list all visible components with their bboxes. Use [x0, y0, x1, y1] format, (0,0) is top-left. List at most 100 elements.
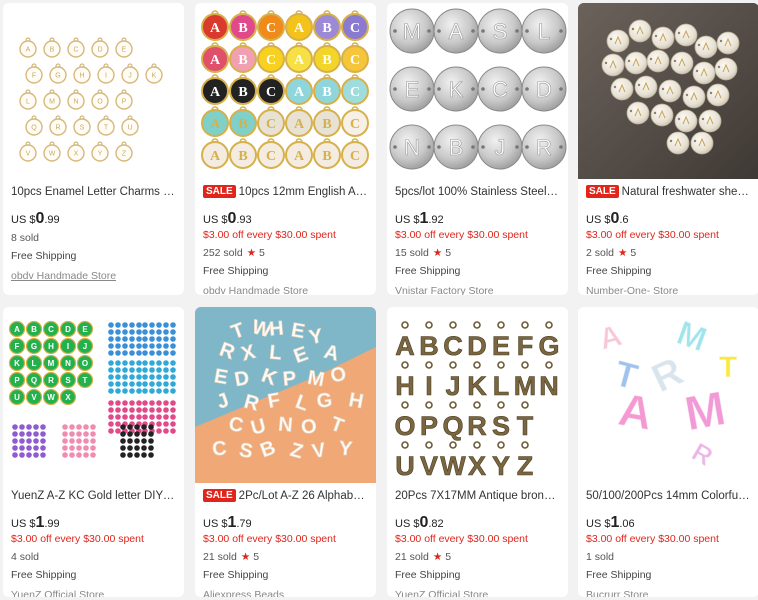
rating-value: 5 [445, 247, 452, 259]
product-title-text[interactable]: 5pcs/lot 100% Stainless Steel Initia... [395, 186, 560, 198]
product-title-text[interactable]: 2Pc/Lot A-Z 26 Alphabet Le... [239, 490, 368, 502]
disc-icon: J [477, 124, 523, 170]
charm-icon: C [42, 320, 60, 338]
shell-bead-icon [674, 23, 698, 47]
svg-text:U: U [127, 125, 132, 132]
product-title[interactable]: SALE2Pc/Lot A-Z 26 Alphabet Le... [203, 489, 368, 505]
svg-text:H: H [48, 342, 54, 351]
charm-icon: G [49, 63, 67, 84]
product-image[interactable]: A B C D E F G H I J K L M N O P Q R S T U V W X [3, 307, 184, 483]
svg-text:Z: Z [517, 451, 534, 481]
store-link[interactable]: Number-One- Store [586, 285, 751, 295]
product-title[interactable]: 5pcs/lot 100% Stainless Steel Initia... [395, 185, 560, 201]
bronze-charm-icon: M [513, 361, 537, 401]
product-title-text[interactable]: 20Pcs 7X17MM Antique bronze Me... [395, 490, 560, 502]
product-card[interactable]: ABCDEFG HIJKLMN OPQRST UVWXYZ 20Pcs 7X17MM … [387, 307, 568, 597]
charm-icon: H [73, 63, 91, 84]
svg-text:U: U [14, 393, 20, 402]
bronze-charm-icon: A [395, 321, 415, 361]
mini-charm-icon [69, 438, 75, 444]
bronze-charm-icon: I [425, 361, 433, 401]
product-image[interactable]: TWHEYRXLEAEDKPMOJRFLGCUNOTCSBZVYH [195, 307, 376, 483]
price-decimal: .82 [428, 518, 444, 530]
product-price: US $1.92 [395, 210, 560, 228]
mini-charm-icon [108, 407, 114, 413]
store-link[interactable]: obdv Handmade Store [11, 270, 176, 284]
mini-charm-icon [108, 360, 114, 366]
mini-charm-icon [83, 452, 89, 458]
svg-text:D: D [467, 331, 487, 361]
store-link[interactable]: Aliexpress Beads [203, 589, 368, 597]
svg-text:C: C [350, 117, 360, 132]
product-image[interactable]: ABCDEFGHIJKLMNOPQRSTUVWXYZ [3, 3, 184, 179]
product-image[interactable]: ABCDEFGHIJKLMNOPQRSTUVWXYZ [387, 307, 568, 483]
product-image[interactable]: M A S L E K C D N B J R [387, 3, 568, 179]
svg-text:V: V [31, 393, 37, 402]
svg-text:X: X [468, 451, 486, 481]
product-card[interactable]: SALENatural freshwater shell be... US $0… [578, 3, 758, 295]
charm-icon: A [285, 74, 313, 105]
mini-charm-icon [170, 336, 176, 342]
product-image[interactable] [578, 3, 758, 179]
product-card[interactable]: A B C D E F G H I J K L M N O P Q R S T U V W X YuenZ A-Z KC Go… [3, 307, 184, 597]
svg-text:C: C [350, 85, 360, 100]
product-title[interactable]: 50/100/200Pcs 14mm Colorful Tra... [586, 489, 751, 505]
charm-icon: H [42, 337, 60, 355]
mini-charm-icon [163, 350, 169, 356]
mini-charm-icon [129, 336, 135, 342]
store-link[interactable]: Vnistar Factory Store [395, 285, 560, 295]
bronze-charm-icon: K [467, 361, 488, 401]
store-link[interactable]: YuenZ Official Store [11, 589, 176, 597]
mini-charm-icon [129, 400, 135, 406]
mini-charm-icon [108, 388, 114, 394]
product-card[interactable]: TWHEYRXLEAEDKPMOJRFLGCUNOTCSBZVYH SALE 2P… [195, 307, 376, 597]
store-link[interactable]: Bucrurr Store [586, 589, 751, 597]
mini-charm-icon [122, 360, 128, 366]
charm-icon: O [91, 89, 109, 110]
mini-charm-icon [156, 343, 162, 349]
mini-charm-icon [148, 452, 154, 458]
product-image[interactable]: MARTTMAR [578, 307, 758, 483]
product-title[interactable]: SALE10pcs 12mm English Alpha... [203, 185, 368, 201]
charm-icon: B [313, 106, 341, 137]
svg-text:D: D [97, 47, 102, 54]
shipping-label: Free Shipping [11, 569, 77, 581]
svg-text:M: M [514, 371, 537, 401]
product-title-text[interactable]: Natural freshwater shell be... [622, 186, 751, 198]
product-card[interactable]: MARTTMAR 50/100/200Pcs 14mm Colorful Tra… [578, 307, 758, 597]
mini-charm-icon [108, 343, 114, 349]
product-title-text[interactable]: 50/100/200Pcs 14mm Colorful Tra... [586, 490, 751, 502]
product-title[interactable]: YuenZ A-Z KC Gold letter DIY Zinc ... [11, 489, 176, 505]
product-title[interactable]: 20Pcs 7X17MM Antique bronze Me... [395, 489, 560, 505]
mini-charm-icon [163, 343, 169, 349]
mini-charm-icon [26, 452, 32, 458]
product-title-text[interactable]: 10pcs Enamel Letter Charms Whit... [11, 186, 176, 198]
product-card[interactable]: M A S L E K C D N B J R 5pcs/lot 100% Stainless Ste… [387, 3, 568, 295]
mini-charm-icon [136, 407, 142, 413]
product-image[interactable]: A B C A B C A B C A B C A B C A B C A B C A B C A B C A B C [195, 3, 376, 179]
svg-text:U: U [395, 451, 415, 481]
mini-charm-icon [76, 424, 82, 430]
product-price: US $0.99 [11, 210, 176, 228]
charm-icon: C [257, 42, 285, 73]
mini-charm-icon [90, 438, 96, 444]
svg-text:H: H [395, 371, 415, 401]
mini-charm-icon [127, 424, 133, 430]
product-title[interactable]: SALENatural freshwater shell be... [586, 185, 751, 201]
product-title[interactable]: 10pcs Enamel Letter Charms Whit... [11, 185, 176, 201]
svg-text:F: F [32, 73, 36, 80]
mini-charm-icon [136, 343, 142, 349]
product-card[interactable]: A B C A B C A B C A B C A B C A B C A B C A B C A B C A B C SALE 10pcs… [195, 3, 376, 295]
price-decimal: .99 [44, 518, 60, 530]
product-card[interactable]: A B C D E F G H I J K L M N O P Q R S T U V W X Y Z 10pcs Enamel … [3, 3, 184, 295]
charm-icon: B [229, 138, 257, 169]
mini-charm-icon [141, 452, 147, 458]
mini-charm-icon [108, 400, 114, 406]
disc-icon: K [433, 66, 479, 112]
store-link[interactable]: obdv Handmade Store [203, 285, 368, 295]
price-decimal: .99 [44, 214, 60, 226]
price-decimal: .93 [236, 214, 252, 226]
store-link[interactable]: YuenZ Official Store [395, 589, 560, 597]
product-title-text[interactable]: 10pcs 12mm English Alpha... [239, 186, 368, 198]
product-title-text[interactable]: YuenZ A-Z KC Gold letter DIY Zinc ... [11, 490, 176, 502]
